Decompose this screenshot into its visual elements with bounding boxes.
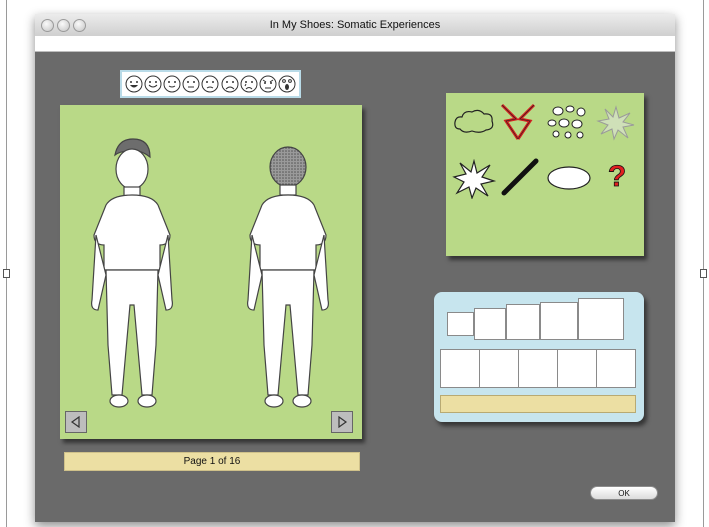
angry-face-icon[interactable]: [259, 75, 277, 93]
question-mark-glyph: ?: [608, 160, 626, 193]
cloud-icon[interactable]: [452, 107, 496, 137]
page-indicator: Page 1 of 16: [64, 452, 360, 471]
front-view-body-figure[interactable]: [91, 138, 173, 408]
wide-box-1[interactable]: [440, 349, 480, 388]
left-arrow-icon: [70, 416, 80, 428]
sparkle-burst-icon[interactable]: [596, 105, 636, 141]
body-figure-panel: [60, 105, 362, 439]
lightning-burst-icon[interactable]: [498, 103, 538, 141]
right-resize-handle[interactable]: [700, 269, 707, 278]
wide-box-4[interactable]: [557, 349, 597, 388]
ok-button[interactable]: OK: [590, 486, 658, 500]
size-box-2[interactable]: [474, 308, 506, 340]
crying-face-icon[interactable]: [240, 75, 258, 93]
scared-face-icon[interactable]: [278, 75, 296, 93]
star-burst-icon[interactable]: [452, 159, 496, 199]
toolbar-strip: [35, 36, 675, 52]
wide-box-2[interactable]: [479, 349, 519, 388]
app-window: In My Shoes: Somatic Experiences Page 1 …: [35, 14, 675, 522]
smile-face-icon[interactable]: [163, 75, 181, 93]
emotion-face-strip: [120, 70, 301, 98]
back-view-body-figure[interactable]: [247, 146, 329, 408]
wide-box-5[interactable]: [596, 349, 636, 388]
size-box-3[interactable]: [506, 304, 540, 340]
intensity-size-panel: [434, 292, 644, 422]
left-edge-line: [6, 0, 7, 527]
slightly-sad-face-icon[interactable]: [201, 75, 219, 93]
size-text-field[interactable]: [440, 395, 636, 413]
oval-icon[interactable]: [544, 163, 594, 193]
previous-page-button[interactable]: [65, 411, 87, 433]
window-title: In My Shoes: Somatic Experiences: [269, 19, 441, 31]
line-stroke-icon[interactable]: [498, 155, 542, 199]
happy-face-icon[interactable]: [144, 75, 162, 93]
question-mark-icon[interactable]: ?: [604, 159, 630, 193]
next-page-button[interactable]: [331, 411, 353, 433]
left-resize-handle[interactable]: [3, 269, 10, 278]
wide-box-3[interactable]: [518, 349, 558, 388]
right-edge-line: [703, 0, 704, 527]
size-box-5[interactable]: [578, 298, 624, 340]
symbol-palette-panel: ?: [446, 93, 644, 256]
bubbles-icon[interactable]: [546, 103, 590, 141]
right-arrow-icon: [338, 416, 348, 428]
size-box-4[interactable]: [540, 302, 578, 340]
sad-face-icon[interactable]: [221, 75, 239, 93]
title-bar: In My Shoes: Somatic Experiences: [35, 14, 675, 37]
neutral-face-icon[interactable]: [182, 75, 200, 93]
size-box-1[interactable]: [447, 312, 474, 336]
very-happy-face-icon[interactable]: [125, 75, 143, 93]
